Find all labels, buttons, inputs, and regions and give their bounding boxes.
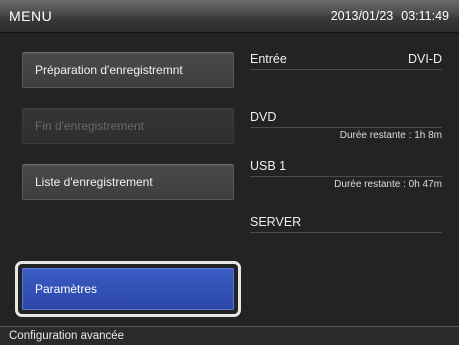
divider [250,127,442,128]
status-bar: Configuration avancée [0,326,459,345]
entree-info: Entrée DVI-D [250,52,442,70]
server-info: SERVER [250,215,442,233]
server-label: SERVER [250,215,302,229]
parametres-button[interactable]: Paramètres [22,268,234,310]
status-text: Configuration avancée [9,330,125,342]
usb-info: USB 1 Durée restante : 0h 47m [250,159,442,190]
parametres-label: Paramètres [35,282,98,296]
dvd-info: DVD Durée restante : 1h 8m [250,110,442,141]
divider [250,69,442,70]
dvd-label: DVD [250,110,277,124]
divider [250,232,442,233]
date-time: 2013/01/23 03:11:49 [331,9,449,23]
fin-label: Fin d'enregistrement [35,119,145,133]
time-display: 03:11:49 [401,9,449,23]
dvd-remaining: Durée restante : 1h 8m [339,130,442,141]
usb-remaining: Durée restante : 0h 47m [334,179,442,190]
entree-label: Entrée [250,52,287,66]
divider [250,176,442,177]
title-bar: MENU 2013/01/23 03:11:49 [0,0,459,33]
liste-label: Liste d'enregistrement [35,175,153,189]
screen-title: MENU [9,8,53,24]
fin-enregistrement-button[interactable]: Fin d'enregistrement [22,108,234,144]
usb-label: USB 1 [250,159,287,173]
liste-enregistrement-button[interactable]: Liste d'enregistrement [22,164,234,200]
preparation-label: Préparation d'enregistremnt [35,63,183,77]
entree-value: DVI-D [407,52,442,66]
menu-screen: MENU 2013/01/23 03:11:49 Préparation d'en… [0,0,459,345]
preparation-button[interactable]: Préparation d'enregistremnt [22,52,234,88]
date-display: 2013/01/23 [330,9,394,23]
